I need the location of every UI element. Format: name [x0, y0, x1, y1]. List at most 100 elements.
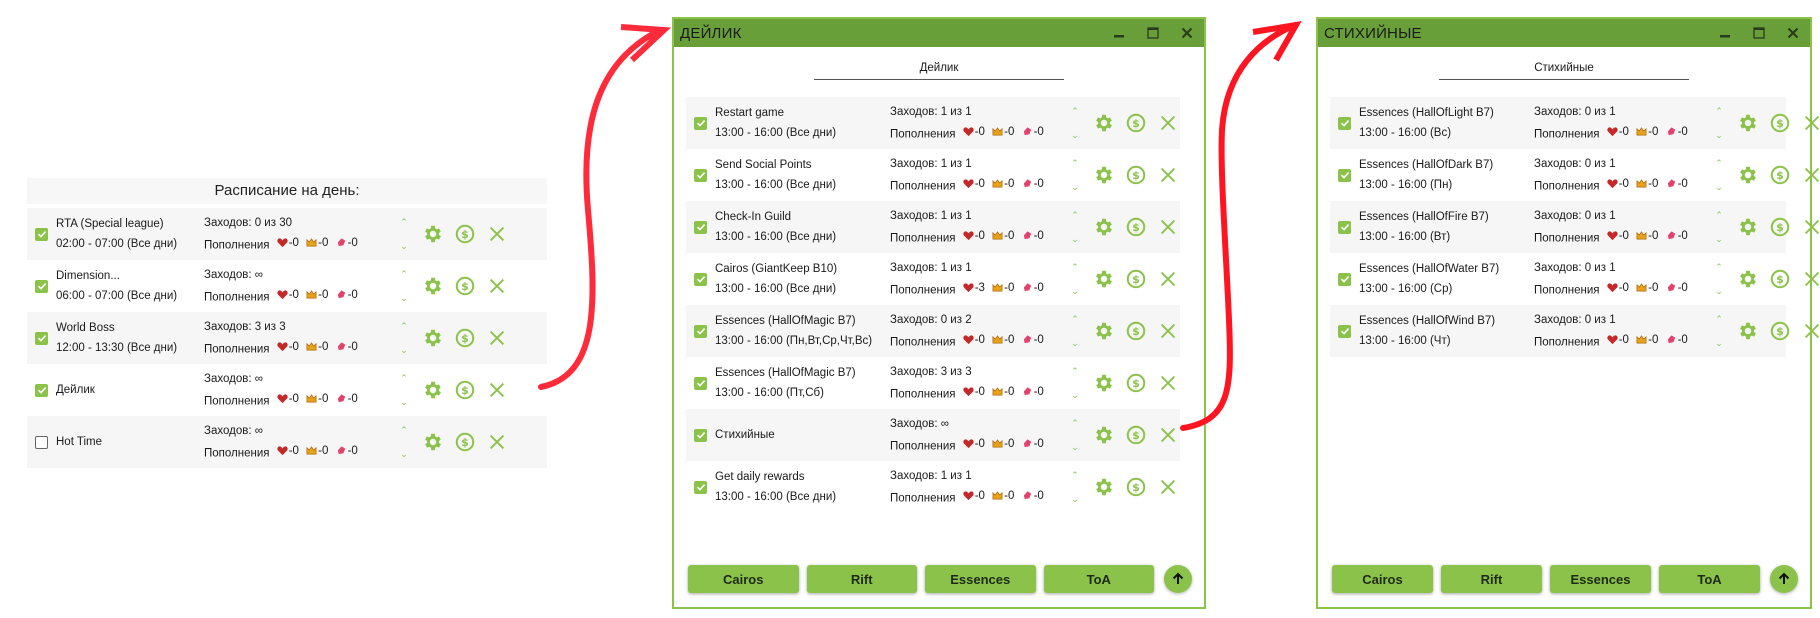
- refill-button[interactable]: $: [1125, 476, 1147, 498]
- move-down-button[interactable]: ⌄: [400, 241, 408, 251]
- task-enabled-checkbox[interactable]: [694, 116, 707, 130]
- move-up-button[interactable]: ⌃: [400, 425, 408, 435]
- refill-button[interactable]: $: [454, 327, 476, 349]
- delete-button[interactable]: [1157, 476, 1179, 498]
- delete-button[interactable]: [1157, 216, 1179, 238]
- move-up-button[interactable]: ⌃: [1071, 366, 1079, 376]
- move-up-button[interactable]: ⌃: [1071, 418, 1079, 428]
- move-up-button[interactable]: ⌃: [1715, 158, 1723, 168]
- essences-button[interactable]: Essences: [925, 565, 1036, 593]
- delete-button[interactable]: [1157, 164, 1179, 186]
- move-down-button[interactable]: ⌄: [1071, 130, 1079, 140]
- delete-button[interactable]: [1801, 164, 1820, 186]
- move-up-button[interactable]: ⌃: [1071, 158, 1079, 168]
- move-up-button[interactable]: ⌃: [1071, 314, 1079, 324]
- delete-button[interactable]: [486, 275, 508, 297]
- move-down-button[interactable]: ⌄: [1071, 442, 1079, 452]
- task-enabled-checkbox[interactable]: [35, 331, 48, 345]
- settings-button[interactable]: [1737, 320, 1759, 342]
- cairos-button[interactable]: Cairos: [1332, 565, 1433, 593]
- settings-button[interactable]: [1093, 320, 1115, 342]
- toa-button[interactable]: ToA: [1043, 565, 1154, 593]
- move-down-button[interactable]: ⌄: [1715, 234, 1723, 244]
- delete-button[interactable]: [1801, 112, 1820, 134]
- delete-button[interactable]: [1157, 372, 1179, 394]
- move-up-button[interactable]: ⌃: [1715, 262, 1723, 272]
- move-down-button[interactable]: ⌄: [1071, 182, 1079, 192]
- settings-button[interactable]: [422, 379, 444, 401]
- move-down-button[interactable]: ⌄: [1071, 494, 1079, 504]
- task-enabled-checkbox[interactable]: [694, 272, 707, 286]
- task-enabled-checkbox[interactable]: [1338, 220, 1351, 234]
- close-window-button[interactable]: [1776, 19, 1810, 47]
- move-up-button[interactable]: ⌃: [400, 217, 408, 227]
- task-enabled-checkbox[interactable]: [694, 168, 707, 182]
- refill-button[interactable]: $: [1769, 268, 1791, 290]
- move-up-button[interactable]: ⌃: [1715, 106, 1723, 116]
- settings-button[interactable]: [422, 327, 444, 349]
- settings-button[interactable]: [1737, 112, 1759, 134]
- task-enabled-checkbox[interactable]: [694, 428, 707, 442]
- move-down-button[interactable]: ⌄: [1715, 286, 1723, 296]
- task-enabled-checkbox[interactable]: [694, 480, 707, 494]
- task-enabled-checkbox[interactable]: [35, 435, 48, 449]
- move-down-button[interactable]: ⌄: [400, 293, 408, 303]
- move-up-button[interactable]: ⌃: [1715, 210, 1723, 220]
- settings-button[interactable]: [1093, 216, 1115, 238]
- refill-button[interactable]: $: [1125, 424, 1147, 446]
- delete-button[interactable]: [486, 223, 508, 245]
- move-down-button[interactable]: ⌄: [400, 397, 408, 407]
- refill-button[interactable]: $: [454, 379, 476, 401]
- move-up-button[interactable]: ⌃: [1071, 106, 1079, 116]
- move-down-button[interactable]: ⌄: [1715, 338, 1723, 348]
- move-down-button[interactable]: ⌄: [400, 449, 408, 459]
- refill-button[interactable]: $: [454, 275, 476, 297]
- task-enabled-checkbox[interactable]: [694, 220, 707, 234]
- refill-button[interactable]: $: [1769, 164, 1791, 186]
- rift-button[interactable]: Rift: [806, 565, 917, 593]
- maximize-button[interactable]: [1742, 19, 1776, 47]
- move-up-button[interactable]: ⌃: [1715, 314, 1723, 324]
- close-window-button[interactable]: [1170, 19, 1204, 47]
- refill-button[interactable]: $: [1125, 112, 1147, 134]
- window-titlebar[interactable]: СТИХИЙНЫЕ: [1318, 19, 1810, 47]
- maximize-button[interactable]: [1136, 19, 1170, 47]
- move-down-button[interactable]: ⌄: [1071, 390, 1079, 400]
- move-down-button[interactable]: ⌄: [1071, 338, 1079, 348]
- settings-button[interactable]: [1093, 164, 1115, 186]
- settings-button[interactable]: [1737, 268, 1759, 290]
- move-up-button[interactable]: ⌃: [1071, 470, 1079, 480]
- settings-button[interactable]: [1093, 268, 1115, 290]
- move-down-button[interactable]: ⌄: [1715, 130, 1723, 140]
- minimize-button[interactable]: [1708, 19, 1742, 47]
- move-up-button[interactable]: ⌃: [400, 373, 408, 383]
- delete-button[interactable]: [486, 431, 508, 453]
- task-enabled-checkbox[interactable]: [694, 376, 707, 390]
- delete-button[interactable]: [1157, 424, 1179, 446]
- refill-button[interactable]: $: [1769, 112, 1791, 134]
- move-up-button[interactable]: ⌃: [400, 269, 408, 279]
- refill-button[interactable]: $: [1125, 320, 1147, 342]
- task-enabled-checkbox[interactable]: [35, 383, 48, 397]
- cairos-button[interactable]: Cairos: [688, 565, 799, 593]
- delete-button[interactable]: [1157, 112, 1179, 134]
- delete-button[interactable]: [486, 379, 508, 401]
- settings-button[interactable]: [422, 223, 444, 245]
- delete-button[interactable]: [1157, 320, 1179, 342]
- task-enabled-checkbox[interactable]: [1338, 272, 1351, 286]
- delete-button[interactable]: [486, 327, 508, 349]
- move-down-button[interactable]: ⌄: [1071, 234, 1079, 244]
- delete-button[interactable]: [1157, 268, 1179, 290]
- refill-button[interactable]: $: [1769, 216, 1791, 238]
- settings-button[interactable]: [422, 275, 444, 297]
- delete-button[interactable]: [1801, 320, 1820, 342]
- delete-button[interactable]: [1801, 268, 1820, 290]
- move-down-button[interactable]: ⌄: [1071, 286, 1079, 296]
- task-enabled-checkbox[interactable]: [1338, 168, 1351, 182]
- move-up-button[interactable]: ⌃: [1071, 210, 1079, 220]
- move-down-button[interactable]: ⌄: [400, 345, 408, 355]
- move-up-button[interactable]: ⌃: [400, 321, 408, 331]
- task-enabled-checkbox[interactable]: [1338, 116, 1351, 130]
- settings-button[interactable]: [1093, 424, 1115, 446]
- task-enabled-checkbox[interactable]: [1338, 324, 1351, 338]
